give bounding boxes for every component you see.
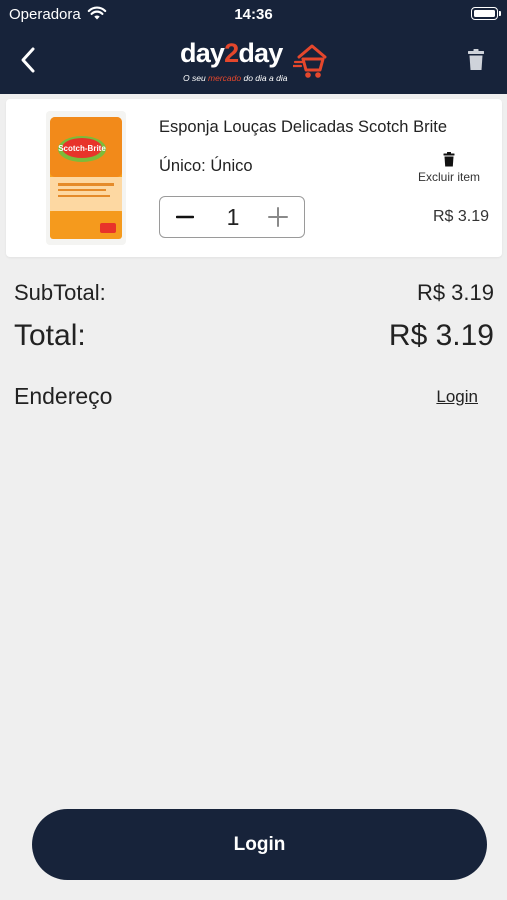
item-price: R$ 3.19 <box>432 208 489 225</box>
plus-icon[interactable] <box>268 207 288 227</box>
remove-item-label: Excluir item <box>417 170 480 184</box>
subtotal-value: R$ 3.19 <box>416 280 494 305</box>
subtotal-row: SubTotal: R$ 3.19 <box>14 280 494 310</box>
quantity-stepper: 1 <box>159 196 305 238</box>
shopping-cart-house-icon <box>293 44 327 78</box>
back-button[interactable] <box>12 44 44 76</box>
remove-item-button[interactable]: Excluir item <box>409 152 489 184</box>
total-label: Total: <box>14 319 86 352</box>
address-label: Endereço <box>14 383 113 409</box>
product-image: Scotch-Brite <box>46 111 126 245</box>
address-login-link[interactable]: Login <box>436 387 478 407</box>
total-row: Total: R$ 3.19 <box>14 319 494 359</box>
brand-logo: day2day O seu mercado do dia a dia <box>180 38 330 86</box>
trash-icon <box>468 49 484 70</box>
clear-cart-button[interactable] <box>461 44 491 76</box>
total-value: R$ 3.19 <box>388 319 494 352</box>
product-variant: Único: Único <box>159 157 253 175</box>
login-button[interactable]: Login <box>32 809 487 880</box>
cart-item-card: Scotch-Brite Esponja Louças Delicadas Sc… <box>6 99 502 257</box>
subtotal-label: SubTotal: <box>14 280 106 305</box>
status-time: 14:36 <box>234 6 273 23</box>
battery-icon <box>471 7 501 20</box>
product-image-brand-text: Scotch-Brite <box>58 144 106 153</box>
brand-wordmark: day2day <box>180 38 283 68</box>
chevron-left-icon <box>21 47 35 73</box>
status-bar: Operadora 14:36 <box>0 0 507 28</box>
app-header: Operadora 14:36 day2day O seu mercado do… <box>0 0 507 94</box>
brand-tagline: O seu mercado do dia a dia <box>183 73 288 83</box>
address-row: Endereço Login <box>14 383 494 415</box>
trash-icon <box>443 152 455 167</box>
product-name: Esponja Louças Delicadas Scotch Brite <box>159 118 447 136</box>
